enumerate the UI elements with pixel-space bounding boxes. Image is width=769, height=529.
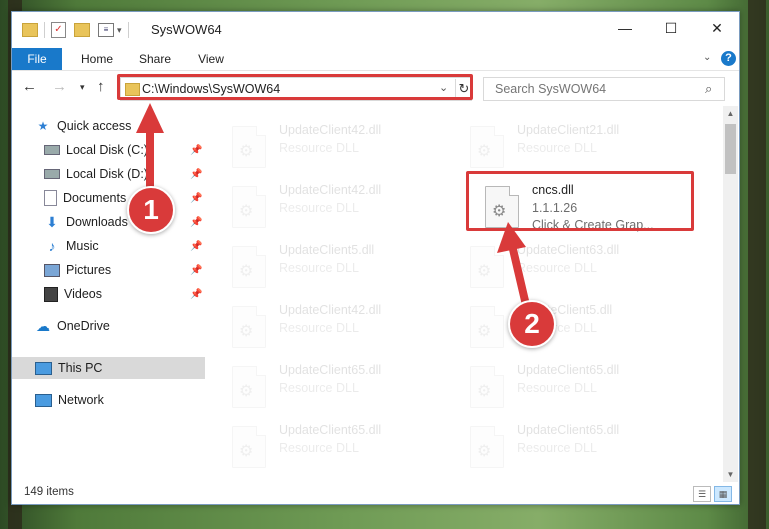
item-count: 149 items xyxy=(24,486,74,498)
pictures-icon xyxy=(44,263,60,277)
computer-icon xyxy=(35,361,52,375)
dll-file-icon: ⚙ xyxy=(232,186,266,228)
sidebar-item-local-disk-c[interactable]: Local Disk (C:) 📌 xyxy=(12,139,205,161)
status-bar: 149 items ☰ ▦ xyxy=(12,482,739,504)
cloud-icon: ☁ xyxy=(36,317,50,334)
sidebar-item-music[interactable]: ♪ Music 📌 xyxy=(12,235,205,257)
dll-file-icon: ⚙ xyxy=(232,306,266,348)
drive-icon xyxy=(44,169,60,179)
file-item[interactable]: ⚙ UpdateClient21.dll Resource DLL xyxy=(455,118,675,172)
dll-file-icon: ⚙ xyxy=(470,306,504,348)
sidebar-item-network[interactable]: Network xyxy=(12,389,205,411)
scroll-thumb[interactable] xyxy=(725,124,736,174)
file-item[interactable]: ⚙ UpdateClient65.dll Resource DLL xyxy=(217,418,437,472)
downloads-icon: ⬇ xyxy=(46,213,58,230)
up-icon[interactable]: ↑ xyxy=(97,78,105,95)
scroll-up-icon[interactable]: ▲ xyxy=(723,106,738,121)
sidebar-item-documents[interactable]: Documents 📌 xyxy=(12,187,205,209)
search-input[interactable] xyxy=(493,81,697,97)
sidebar-item-local-disk-d[interactable]: Local Disk (D:) 📌 xyxy=(12,163,205,185)
vertical-scrollbar[interactable]: ▲ ▼ xyxy=(723,106,738,482)
file-item[interactable]: ⚙ UpdateClient42.dll Resource DLL xyxy=(217,298,437,352)
dll-file-icon: ⚙ xyxy=(232,426,266,468)
scroll-down-icon[interactable]: ▼ xyxy=(723,467,738,482)
window-title: SysWOW64 xyxy=(151,22,222,37)
drive-icon xyxy=(44,145,60,155)
sidebar-item-pictures[interactable]: Pictures 📌 xyxy=(12,259,205,281)
tab-home[interactable]: Home xyxy=(72,48,122,70)
search-box[interactable]: ⌕ xyxy=(483,77,725,101)
music-icon: ♪ xyxy=(48,238,56,254)
large-icons-view-icon[interactable]: ▦ xyxy=(714,486,732,502)
file-item[interactable]: ⚙ UpdateClient63.dll Resource DLL xyxy=(455,238,675,292)
pin-icon[interactable]: 📌 xyxy=(190,265,202,276)
ribbon-tabs: File Home Share View ⌄ ? xyxy=(12,48,739,71)
sidebar-item-this-pc[interactable]: This PC xyxy=(12,357,205,379)
dll-file-icon: ⚙ xyxy=(470,126,504,168)
dll-file-icon: ⚙ xyxy=(470,366,504,408)
pin-icon[interactable]: 📌 xyxy=(190,193,202,204)
file-item[interactable]: ⚙ UpdateClient65.dll Resource DLL xyxy=(217,358,437,412)
star-icon: ★ xyxy=(37,119,49,133)
file-list: ⚙ UpdateClient42.dll Resource DLL ⚙ Upda… xyxy=(217,106,721,482)
address-highlight xyxy=(117,74,473,100)
documents-icon xyxy=(44,190,57,206)
navigation-pane: ★ Quick access Local Disk (C:) 📌 Local D… xyxy=(12,106,205,482)
pin-icon[interactable]: 📌 xyxy=(190,217,202,228)
sidebar-item-quick-access[interactable]: ★ Quick access xyxy=(12,115,205,137)
minimize-button[interactable]: — xyxy=(602,12,648,44)
chevron-down-icon[interactable]: ▾ xyxy=(117,25,122,36)
file-item[interactable]: ⚙ UpdateClient5.dll Resource DLL xyxy=(217,238,437,292)
file-highlight xyxy=(466,171,694,231)
dll-file-icon: ⚙ xyxy=(232,366,266,408)
videos-icon xyxy=(44,286,58,302)
pin-icon[interactable]: 📌 xyxy=(190,241,202,252)
tab-share[interactable]: Share xyxy=(130,48,180,70)
tab-view[interactable]: View xyxy=(186,48,236,70)
dll-file-icon: ⚙ xyxy=(470,426,504,468)
explorer-window: ✓ ≡ ▾ SysWOW64 — ☐ ✕ File Home Share Vie… xyxy=(11,11,740,505)
new-folder-icon[interactable] xyxy=(74,23,90,37)
tab-file[interactable]: File xyxy=(12,48,62,70)
customize-qa-icon[interactable]: ≡ xyxy=(98,23,114,37)
file-item[interactable]: ⚙ UpdateClient42.dll Resource DLL xyxy=(217,178,437,232)
address-row: ← → ▾ ↑ C:\Windows\SysWOW64 ⌄ ↻ ⌕ xyxy=(12,71,739,104)
network-icon xyxy=(35,393,52,407)
title-bar: ✓ ≡ ▾ SysWOW64 — ☐ ✕ xyxy=(12,12,739,48)
dll-file-icon: ⚙ xyxy=(470,246,504,288)
folder-icon xyxy=(22,23,38,37)
search-icon[interactable]: ⌕ xyxy=(705,81,712,97)
back-icon[interactable]: ← xyxy=(22,78,37,95)
close-button[interactable]: ✕ xyxy=(694,12,740,44)
file-item[interactable]: ⚙ UpdateClient5.dll Resource DLL xyxy=(455,298,675,352)
pin-icon[interactable]: 📌 xyxy=(190,145,202,156)
file-item[interactable]: ⚙ UpdateClient42.dll Resource DLL xyxy=(217,118,437,172)
step-1-badge: 1 xyxy=(127,186,175,234)
pin-icon[interactable]: 📌 xyxy=(190,289,202,300)
help-icon[interactable]: ? xyxy=(721,51,736,66)
maximize-button[interactable]: ☐ xyxy=(648,12,694,44)
recent-locations-icon[interactable]: ▾ xyxy=(80,82,85,93)
dll-file-icon: ⚙ xyxy=(232,246,266,288)
file-item[interactable]: ⚙ UpdateClient65.dll Resource DLL xyxy=(455,418,675,472)
properties-icon[interactable]: ✓ xyxy=(51,22,66,38)
dll-file-icon: ⚙ xyxy=(232,126,266,168)
sidebar-item-videos[interactable]: Videos 📌 xyxy=(12,283,205,305)
pin-icon[interactable]: 📌 xyxy=(190,169,202,180)
details-view-icon[interactable]: ☰ xyxy=(693,486,711,502)
forward-icon[interactable]: → xyxy=(52,78,67,95)
expand-ribbon-icon[interactable]: ⌄ xyxy=(703,52,711,63)
sidebar-item-onedrive[interactable]: ☁ OneDrive xyxy=(12,315,205,337)
sidebar-item-downloads[interactable]: ⬇ Downloads 📌 xyxy=(12,211,205,233)
file-item[interactable]: ⚙ UpdateClient65.dll Resource DLL xyxy=(455,358,675,412)
step-2-badge: 2 xyxy=(508,300,556,348)
